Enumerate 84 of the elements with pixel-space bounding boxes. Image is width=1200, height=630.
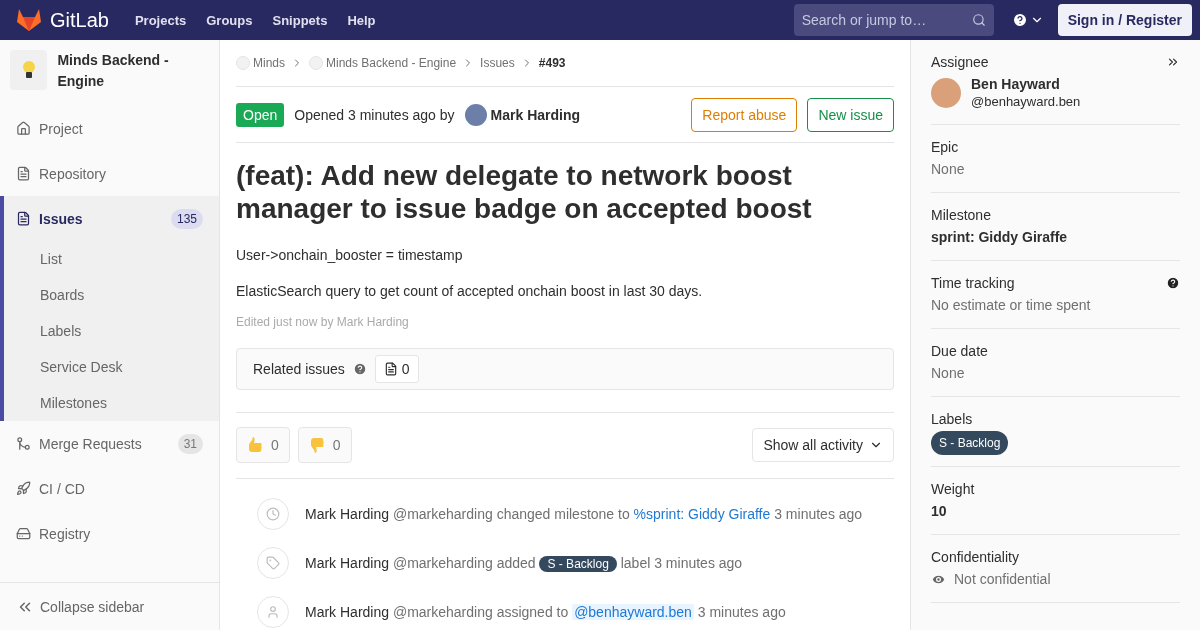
search-icon <box>971 13 986 27</box>
sidebar-item[interactable]: Repository <box>4 151 219 196</box>
assignee-avatar <box>931 77 961 108</box>
count-badge: 135 <box>170 208 203 229</box>
nav-link[interactable]: Help <box>347 12 376 28</box>
description-text: User->onchain_booster = timestamp <box>236 247 464 263</box>
section-title: Confidentiality <box>931 549 1019 565</box>
group-avatar-icon <box>236 56 250 70</box>
action-button[interactable]: Report abuse <box>691 97 798 132</box>
lightbulb-icon <box>21 60 36 80</box>
section-title: Due date <box>931 343 988 359</box>
section-value: No estimate or time spent <box>931 297 1092 313</box>
repository-icon <box>16 166 31 181</box>
section-value: None <box>931 161 966 177</box>
sidebar-item[interactable]: Merge Requests 31 <box>4 421 219 466</box>
clock-icon <box>257 497 289 530</box>
opened-text: Opened 3 minutes ago by <box>294 106 455 123</box>
author-link[interactable]: Mark Harding <box>490 106 581 123</box>
section-title: Assignee <box>931 54 989 70</box>
thumbs-up-icon <box>247 436 263 454</box>
status-badge: Open <box>236 102 285 127</box>
action-button[interactable]: New issue <box>807 97 894 132</box>
section-value: None <box>931 365 966 381</box>
author-avatar <box>464 103 487 126</box>
sidebar-subitem[interactable]: Milestones <box>4 385 219 421</box>
edited-note: Edited just now by Mark Harding <box>236 315 410 329</box>
label-badge[interactable]: S - Backlog <box>539 555 617 572</box>
merge-icon <box>16 436 31 451</box>
award-button[interactable]: 0 <box>297 427 352 463</box>
confidentiality-value: Not confidential <box>931 571 1180 587</box>
sign-in-button[interactable]: Sign in / Register <box>1057 4 1192 36</box>
nav-link[interactable]: Projects <box>134 12 187 28</box>
thumbs-down-icon <box>308 436 325 454</box>
sidebar-subitem[interactable]: List <box>4 241 219 277</box>
nav-link[interactable]: Groups <box>206 12 253 28</box>
issues-icon <box>16 211 31 226</box>
sidebar-subitem[interactable]: Labels <box>4 313 219 349</box>
project-name[interactable]: Minds Backend - Engine <box>57 50 209 92</box>
person-icon <box>257 595 289 628</box>
sidebar-item[interactable]: Project <box>4 106 219 151</box>
breadcrumb-link[interactable]: Issues <box>480 56 515 70</box>
activity-note: Mark Harding @markeharding added S - Backlog label 3 minutes ago <box>305 554 743 571</box>
registry-icon <box>16 526 31 541</box>
assignee-handle: @benhayward.ben <box>971 94 1081 109</box>
sidebar-item[interactable]: Issues 135 <box>4 196 219 241</box>
issue-title: (feat): Add new delegate to network boost manager to issue badge on accepted boost <box>236 159 813 225</box>
breadcrumb-link[interactable]: Minds <box>236 56 285 70</box>
activity-note: Mark Harding @markeharding assigned to @benhayward.ben 3 minutes ago <box>305 603 786 620</box>
sidebar-item[interactable]: CI / CD <box>4 466 219 511</box>
sidebar-subitem[interactable]: Boards <box>4 277 219 313</box>
section-title: Epic <box>931 139 959 155</box>
section-title: Weight <box>931 481 975 497</box>
collapse-sidebar-link[interactable]: Collapse sidebar <box>0 582 219 630</box>
expand-sidebar-icon[interactable] <box>1166 55 1180 69</box>
related-count-badge: 0 <box>374 355 419 383</box>
cicd-icon <box>16 481 31 496</box>
label-badge[interactable]: S - Backlog <box>931 431 1009 455</box>
tag-icon <box>257 546 289 579</box>
activity-note: Mark Harding @markeharding changed milestone to %sprint: Giddy Giraffe 3 minutes ago <box>305 505 863 522</box>
breadcrumb-link[interactable]: #493 <box>538 56 566 70</box>
breadcrumb-link[interactable]: Minds Backend - Engine <box>309 56 457 70</box>
activity-filter-dropdown[interactable]: Show all activity <box>752 428 894 462</box>
section-title: Labels <box>931 411 973 427</box>
sidebar-item[interactable]: Registry <box>4 511 219 556</box>
section-value: 10 <box>931 503 948 519</box>
section-title: Milestone <box>931 207 991 223</box>
section-title: Time tracking <box>931 275 1015 291</box>
sidebar-subitem[interactable]: Service Desk <box>4 349 219 385</box>
logo-text[interactable]: GitLab <box>50 8 109 32</box>
assignee-name[interactable]: Ben Hayward <box>971 76 1081 92</box>
group-avatar-icon <box>309 56 323 70</box>
nav-link[interactable]: Snippets <box>272 12 328 28</box>
search-field[interactable]: Search or jump to… <box>793 4 994 36</box>
fox-logo-icon[interactable] <box>16 8 42 32</box>
issues-icon <box>383 362 398 376</box>
help-icon[interactable] <box>1011 12 1028 28</box>
award-button[interactable]: 0 <box>236 427 290 463</box>
description-text: ElasticSearch query to get count of accepted onchain boost in last 30 days. <box>236 283 704 299</box>
section-value: sprint: Giddy Giraffe <box>931 229 1069 245</box>
project-icon <box>16 121 31 136</box>
count-badge: 31 <box>177 433 203 454</box>
related-issues-label: Related issues <box>253 361 345 377</box>
milestone-link[interactable]: %sprint: Giddy Giraffe <box>633 505 771 522</box>
user-mention-link[interactable]: @benhayward.ben <box>572 603 694 620</box>
